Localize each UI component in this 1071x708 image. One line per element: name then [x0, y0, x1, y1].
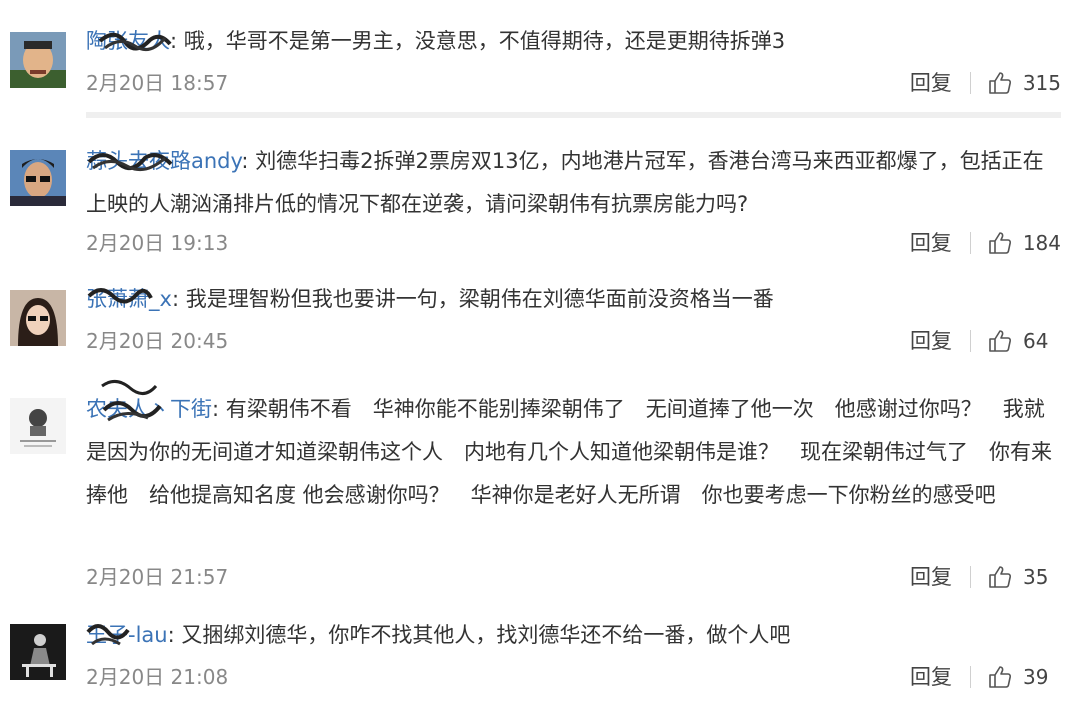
- avatar-image: [10, 32, 66, 88]
- thumbs-up-icon[interactable]: [987, 664, 1013, 690]
- comment-item: 陶张友人: 哦，华哥不是第一男主，没意思，不值得期待，还是更期待拆弹3 2月20…: [0, 0, 1071, 118]
- comment-text: 蒜头去夜路andy: 刘德华扫毒2拆弹2票房双13亿，内地港片冠军，香港台湾马来…: [86, 149, 1044, 216]
- avatar-image: [10, 150, 66, 206]
- avatar-image: [10, 398, 66, 454]
- reply-button[interactable]: 回复: [910, 662, 952, 692]
- timestamp: 2月20日 20:45: [86, 329, 229, 353]
- avatar[interactable]: [10, 32, 66, 88]
- thumbs-up-icon[interactable]: [987, 564, 1013, 590]
- comment-text: 王子-lau: 又捆绑刘德华，你咋不找其他人，找刘德华还不给一番，做个人吧: [86, 623, 791, 647]
- username-link[interactable]: 王子-lau: [86, 623, 168, 647]
- action-separator: [969, 72, 971, 94]
- comment-content: 又捆绑刘德华，你咋不找其他人，找刘德华还不给一番，做个人吧: [181, 623, 791, 647]
- timestamp: 2月20日 18:57: [86, 71, 229, 95]
- comment-item: 王子-lau: 又捆绑刘德华，你咋不找其他人，找刘德华还不给一番，做个人吧 2月…: [0, 600, 1071, 708]
- avatar-image: [10, 624, 66, 680]
- reply-button[interactable]: 回复: [910, 562, 952, 592]
- comment-actions: 回复 184: [910, 228, 1061, 258]
- comment-actions: 回复 64: [910, 326, 1061, 356]
- comment-actions: 回复 39: [910, 662, 1061, 692]
- comment-actions: 回复 315: [910, 68, 1061, 98]
- like-count: 39: [1023, 665, 1049, 689]
- thumbs-up-icon[interactable]: [987, 70, 1013, 96]
- thumbs-up-icon[interactable]: [987, 230, 1013, 256]
- username-link[interactable]: 蒜头去夜路andy: [86, 149, 241, 173]
- like-count: 64: [1023, 329, 1049, 353]
- reply-button[interactable]: 回复: [910, 68, 952, 98]
- thumbs-up-icon[interactable]: [987, 328, 1013, 354]
- comment-content: 我是理智粉但我也要讲一句，梁朝伟在刘德华面前没资格当一番: [185, 287, 774, 311]
- timestamp: 2月20日 19:13: [86, 231, 229, 255]
- avatar[interactable]: [10, 624, 66, 680]
- action-separator: [969, 232, 971, 254]
- like-count: 184: [1022, 231, 1061, 255]
- comment-text: 陶张友人: 哦，华哥不是第一男主，没意思，不值得期待，还是更期待拆弹3: [86, 29, 786, 53]
- action-separator: [970, 666, 971, 688]
- avatar[interactable]: [10, 290, 66, 346]
- reply-button[interactable]: 回复: [910, 228, 952, 258]
- comment-item: 农夫人丶下街: 有梁朝伟不看 华神你能不能别捧梁朝伟了 无间道捧了他一次 他感谢…: [0, 368, 1071, 600]
- action-separator: [970, 566, 971, 588]
- timestamp: 2月20日 21:57: [86, 565, 229, 589]
- comment-text: 张萧萧_x: 我是理智粉但我也要讲一句，梁朝伟在刘德华面前没资格当一番: [86, 287, 774, 311]
- comment-text: 农夫人丶下街: 有梁朝伟不看 华神你能不能别捧梁朝伟了 无间道捧了他一次 他感谢…: [86, 397, 1052, 507]
- avatar-image: [10, 290, 66, 346]
- comment-content: 哦，华哥不是第一男主，没意思，不值得期待，还是更期待拆弹3: [183, 29, 786, 53]
- like-count: 35: [1023, 565, 1049, 589]
- comment-content: 有梁朝伟不看 华神你能不能别捧梁朝伟了 无间道捧了他一次 他感谢过你吗？ 我就是…: [86, 397, 1052, 507]
- username-link[interactable]: 农夫人丶下街: [86, 397, 212, 421]
- timestamp: 2月20日 21:08: [86, 665, 229, 689]
- avatar[interactable]: [10, 150, 66, 206]
- avatar[interactable]: [10, 398, 66, 454]
- username-link[interactable]: 陶张友人: [86, 29, 170, 53]
- comment-actions: 回复 35: [910, 562, 1061, 592]
- username-link[interactable]: 张萧萧_x: [86, 287, 172, 311]
- reply-button[interactable]: 回复: [910, 326, 952, 356]
- comment-item: 蒜头去夜路andy: 刘德华扫毒2拆弹2票房双13亿，内地港片冠军，香港台湾马来…: [0, 118, 1071, 266]
- like-count: 315: [1022, 71, 1061, 95]
- action-separator: [970, 330, 971, 352]
- comment-item: 张萧萧_x: 我是理智粉但我也要讲一句，梁朝伟在刘德华面前没资格当一番 2月20…: [0, 266, 1071, 368]
